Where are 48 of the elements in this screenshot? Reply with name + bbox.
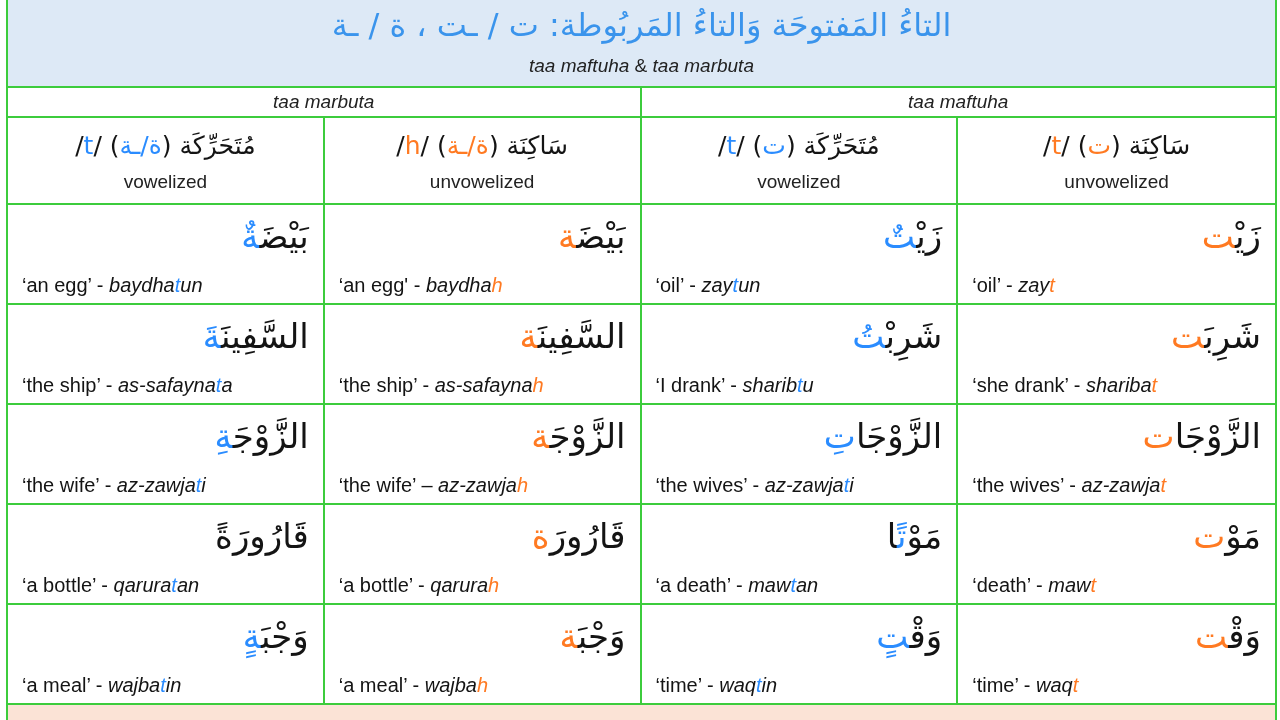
- transliteration: ‘time’ - waqt: [972, 673, 1079, 698]
- transliteration: ‘she drank’ - sharibat: [972, 373, 1158, 398]
- page-title: التاءُ المَفتوحَة وَالتاءُ المَربُوطة: ت / ـت ، ة / ـة: [331, 5, 952, 46]
- arabic-word: زَيْت: [1201, 215, 1261, 258]
- arabic-word: السَّفِينَة: [519, 315, 626, 358]
- arabic-word: وَجْبَة: [559, 615, 626, 658]
- arabic-word: وَقْتٍ: [876, 615, 943, 660]
- group-label: taa marbuta: [273, 90, 375, 114]
- transliteration: ‘a death’ - mawtan: [655, 573, 819, 598]
- transliteration: ‘a bottle’ - qarurah: [338, 573, 500, 598]
- arabic-word: الزَّوْجَة: [531, 415, 626, 458]
- transliteration: ‘I drank’ - sharibtu: [655, 373, 814, 398]
- arabic-word: الزَّوْجَاتِ: [823, 415, 943, 458]
- transliteration: ‘death’ - mawt: [972, 573, 1096, 598]
- arabic-word: زَيْتٌ: [882, 215, 943, 258]
- transliteration: ‘an egg’ - baydhatun: [22, 273, 203, 298]
- transliteration: ‘time’ - waqtin: [655, 673, 778, 698]
- arabic-word: شَرِبَت: [1170, 307, 1261, 365]
- arabic-word: شَرِبْتُ: [852, 307, 943, 365]
- arabic-word: وَجْبَةٍ: [242, 615, 309, 660]
- transliteration: ‘the wife’ - az-zawjati: [22, 473, 206, 498]
- transliteration: ‘the ship’ - as-safaynata: [22, 373, 233, 398]
- transliteration: ‘the wives’ - az-zawjat: [972, 473, 1167, 498]
- column-caption: unvowelized: [1064, 170, 1169, 194]
- subtitle: taa maftuha & taa marbuta: [529, 54, 754, 78]
- arabic-word: وَقْت: [1194, 615, 1261, 658]
- arabic-word: بَيْضَةٌ: [241, 215, 309, 258]
- arabic-word: قَارُورَةً: [215, 515, 309, 558]
- column-caption: vowelized: [757, 170, 841, 194]
- transliteration: ‘a meal’ - wajbah: [338, 673, 489, 698]
- arabic-word: السَّفِينَةَ: [202, 315, 309, 358]
- transliteration: ‘oil’ - zaytun: [655, 273, 761, 298]
- transliteration: ‘the wives’ - az-zawjati: [655, 473, 854, 498]
- column-caption: vowelized: [123, 170, 208, 194]
- arabic-word: الزَّوْجَةِ: [214, 415, 309, 458]
- transliteration: ‘the ship’ - as-safaynah: [338, 373, 544, 398]
- arabic-word: قَارُورَة: [531, 515, 626, 558]
- group-label: taa maftuha: [908, 90, 1009, 114]
- arabic-word: مَوْتًا: [886, 515, 943, 558]
- transliteration: ‘the wife’ – az-zawjah: [338, 473, 529, 498]
- transliteration: ‘a meal’ - wajbatin: [22, 673, 182, 698]
- transliteration: ‘an egg' - baydhah: [338, 273, 503, 298]
- column-caption: unvowelized: [429, 170, 535, 194]
- arabic-word: مَوْت: [1193, 515, 1261, 558]
- arabic-word: الزَّوْجَات: [1142, 415, 1261, 458]
- transliteration: ‘oil’ - zayt: [972, 273, 1055, 298]
- transliteration: ‘a bottle’ - qaruratan: [22, 573, 200, 598]
- arabic-word: بَيْضَة: [558, 215, 626, 258]
